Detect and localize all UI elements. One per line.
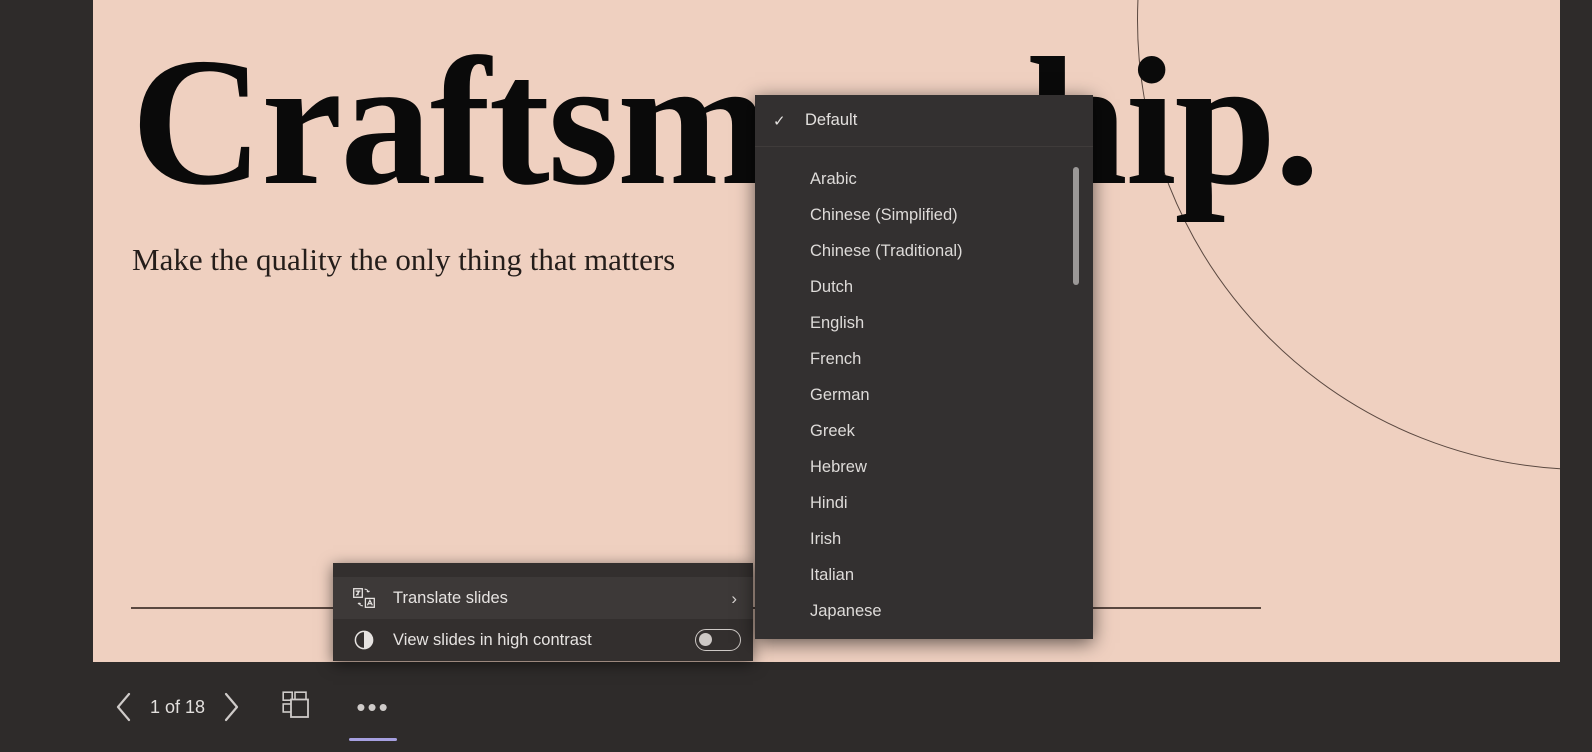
- language-option-dutch[interactable]: Dutch: [755, 269, 1093, 305]
- menu-item-translate-slides[interactable]: Translate slides ›: [333, 577, 753, 619]
- more-options-active-indicator: [349, 738, 397, 741]
- more-options-button[interactable]: •••: [347, 685, 399, 729]
- language-option-hindi[interactable]: Hindi: [755, 485, 1093, 521]
- menu-item-view-slides-high-contrast[interactable]: View slides in high contrast: [333, 619, 753, 661]
- translate-icon: [351, 587, 377, 609]
- language-option-default-label: Default: [805, 111, 857, 130]
- language-option-greek[interactable]: Greek: [755, 413, 1093, 449]
- slide-title: Craftsmanship.: [131, 30, 1318, 213]
- language-option-chinese-traditional[interactable]: Chinese (Traditional): [755, 233, 1093, 269]
- language-option-hebrew[interactable]: Hebrew: [755, 449, 1093, 485]
- language-option-english[interactable]: English: [755, 305, 1093, 341]
- language-option-german[interactable]: German: [755, 377, 1093, 413]
- slide-counter: 1 of 18: [144, 697, 211, 718]
- slide-thumbnails-button[interactable]: [273, 685, 325, 729]
- language-list-scrollbar[interactable]: [1073, 167, 1079, 285]
- checkmark-icon: ✓: [773, 112, 805, 130]
- menu-item-translate-slides-label: Translate slides: [393, 589, 731, 608]
- bottom-toolbar: 1 of 18 •••: [0, 662, 1592, 752]
- menu-item-view-slides-high-contrast-label: View slides in high contrast: [393, 631, 695, 650]
- previous-slide-button[interactable]: [104, 685, 144, 729]
- language-option-default[interactable]: ✓ Default: [755, 95, 1093, 147]
- slide-options-context-menu: Translate slides › View slides in high c…: [333, 563, 753, 661]
- contrast-icon: [351, 629, 377, 651]
- language-option-italian[interactable]: Italian: [755, 557, 1093, 593]
- translate-language-submenu: ✓ Default Arabic Chinese (Simplified) Ch…: [755, 95, 1093, 639]
- language-option-french[interactable]: French: [755, 341, 1093, 377]
- slide-thumbnails-icon: [282, 691, 316, 723]
- next-slide-button[interactable]: [211, 685, 251, 729]
- language-option-chinese-simplified[interactable]: Chinese (Simplified): [755, 197, 1093, 233]
- high-contrast-toggle[interactable]: [695, 629, 741, 651]
- slide-subtitle: Make the quality the only thing that mat…: [132, 242, 675, 278]
- language-option-irish[interactable]: Irish: [755, 521, 1093, 557]
- toggle-knob: [699, 633, 712, 646]
- language-option-japanese[interactable]: Japanese: [755, 593, 1093, 629]
- language-options-scroll-area[interactable]: Arabic Chinese (Simplified) Chinese (Tra…: [755, 147, 1093, 637]
- language-option-arabic[interactable]: Arabic: [755, 161, 1093, 197]
- presentation-viewer: Craftsmanship. Make the quality the only…: [0, 0, 1592, 752]
- more-options-label: •••: [356, 699, 389, 715]
- chevron-right-icon: ›: [731, 590, 741, 607]
